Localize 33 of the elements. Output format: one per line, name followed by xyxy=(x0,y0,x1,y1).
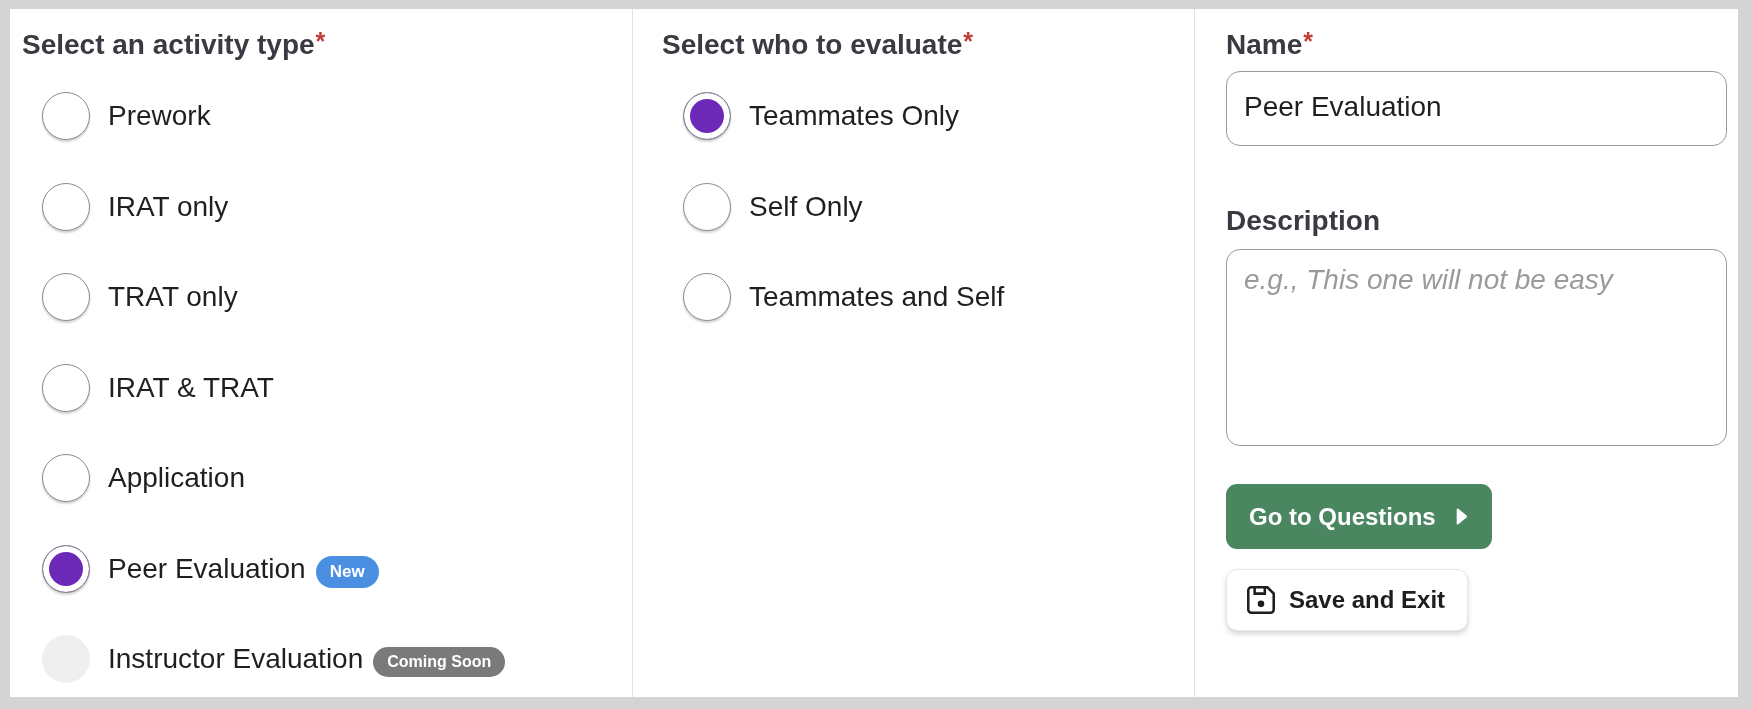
radio-button[interactable] xyxy=(42,182,90,231)
option-label: Teammates and Self xyxy=(749,280,1005,314)
radio-button[interactable] xyxy=(42,273,90,321)
option-label: Prework xyxy=(108,99,211,133)
option-label: IRAT only xyxy=(108,189,229,224)
new-badge: New xyxy=(315,555,379,588)
radio-button[interactable] xyxy=(42,363,90,412)
option-label: Self Only xyxy=(749,189,863,224)
go-to-questions-button[interactable]: Go to Questions xyxy=(1226,484,1492,549)
radio-button[interactable] xyxy=(683,273,731,321)
option-label: TRAT only xyxy=(108,280,238,314)
required-mark: * xyxy=(315,28,326,54)
description-field[interactable]: e.g., This one will not be easy xyxy=(1226,249,1727,446)
option-label: Instructor Evaluation xyxy=(108,642,364,676)
field-label: Name xyxy=(1226,28,1303,62)
radio-button[interactable] xyxy=(42,544,90,593)
option-label: Teammates Only xyxy=(749,99,960,133)
caret-icon xyxy=(1455,508,1468,525)
section-heading: Select an activity type xyxy=(22,28,315,62)
field-label: Description xyxy=(1226,204,1381,238)
radio-button[interactable] xyxy=(683,182,731,231)
save-and-exit-button[interactable]: Save and Exit xyxy=(1226,569,1469,631)
coming-soon-badge: Coming Soon xyxy=(373,647,506,677)
radio-button[interactable] xyxy=(683,92,731,140)
option-label: IRAT & TRAT xyxy=(108,370,274,405)
radio-button[interactable] xyxy=(42,92,90,140)
required-mark: * xyxy=(1303,28,1313,54)
option-label: Application xyxy=(108,461,245,495)
required-mark: * xyxy=(963,28,974,54)
section-heading: Select who to evaluate xyxy=(662,28,963,62)
name-input[interactable]: Peer Evaluation xyxy=(1226,71,1727,146)
option-label: Peer Evaluation xyxy=(108,551,306,586)
radio-button[interactable] xyxy=(42,454,90,502)
